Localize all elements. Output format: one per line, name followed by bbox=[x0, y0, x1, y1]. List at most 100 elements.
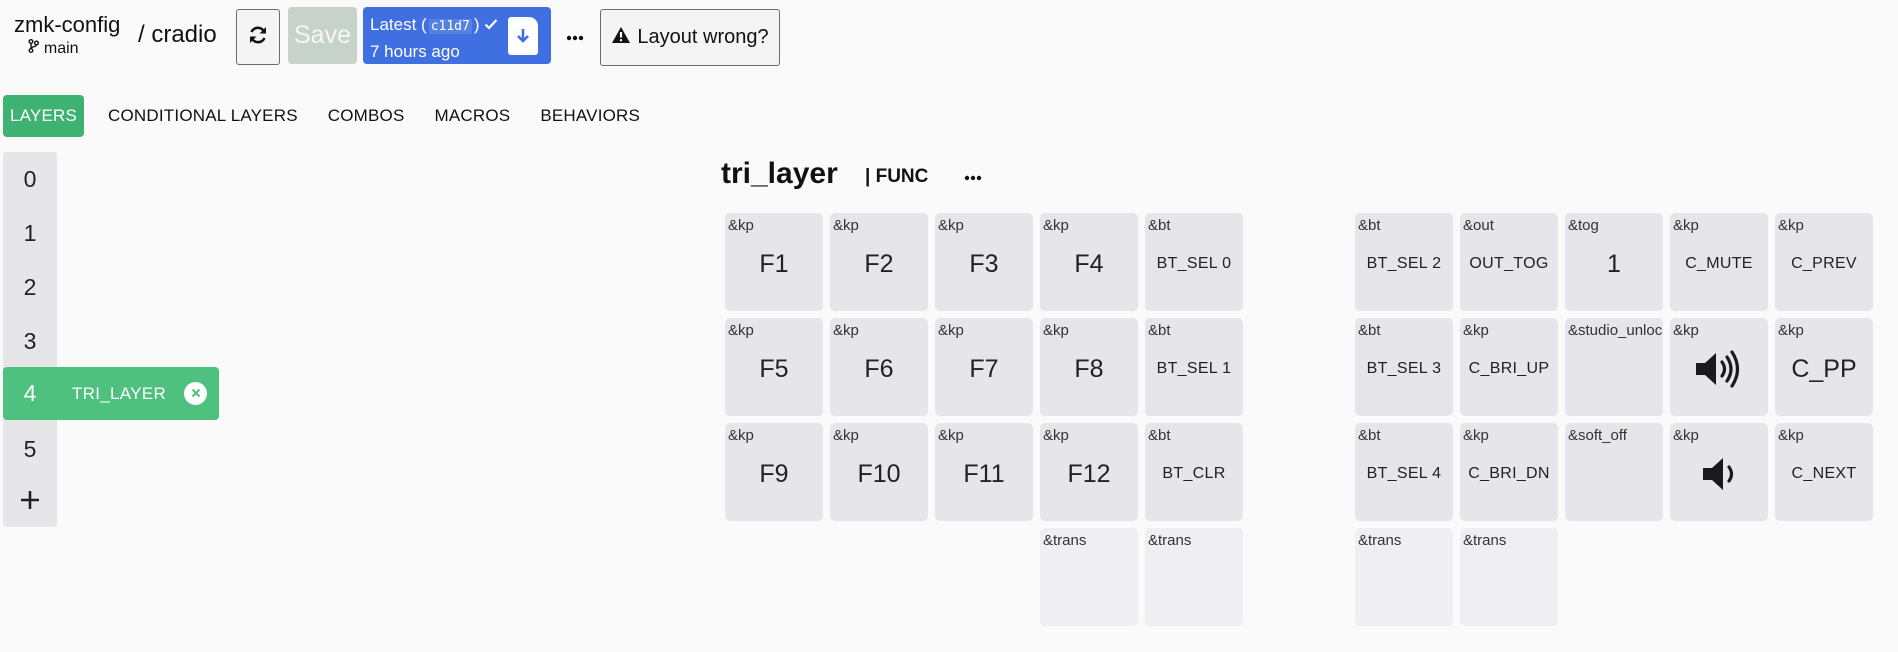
key-param: F11 bbox=[963, 459, 1005, 488]
layout-wrong-button[interactable]: Layout wrong? bbox=[600, 9, 780, 66]
tab-behaviors[interactable]: BEHAVIORS bbox=[528, 95, 652, 137]
close-icon bbox=[191, 385, 201, 403]
display-name-label: FUNC bbox=[875, 166, 929, 187]
layer-list: 0 1 2 3 5 bbox=[3, 152, 57, 527]
key-param: F7 bbox=[969, 354, 999, 383]
key-param: BT_SEL 2 bbox=[1366, 255, 1442, 272]
key-25[interactable]: &bt BT_SEL 4 bbox=[1355, 423, 1453, 521]
key-28[interactable]: &kp bbox=[1670, 423, 1768, 521]
key-param: C_BRI_DN bbox=[1468, 465, 1550, 482]
key-19[interactable]: &kp C_PP bbox=[1775, 318, 1873, 416]
repo-name[interactable]: zmk-config bbox=[14, 12, 120, 38]
key-20[interactable]: &kp F9 bbox=[725, 423, 823, 521]
key-8[interactable]: &kp C_MUTE bbox=[1670, 213, 1768, 311]
key-param: BT_SEL 4 bbox=[1366, 465, 1442, 482]
check-icon bbox=[484, 15, 498, 34]
key-12[interactable]: &kp F7 bbox=[935, 318, 1033, 416]
layer-item-5[interactable]: 5 bbox=[3, 422, 57, 476]
tab-macros[interactable]: MACROS bbox=[423, 95, 523, 137]
key-param: C_PP bbox=[1791, 354, 1857, 383]
key-13[interactable]: &kp F8 bbox=[1040, 318, 1138, 416]
commit-time: 7 hours ago bbox=[370, 42, 460, 61]
key-param: 1 bbox=[1607, 249, 1621, 278]
key-9[interactable]: &kp C_PREV bbox=[1775, 213, 1873, 311]
keyboard-title: / cradio bbox=[138, 21, 217, 49]
key-22[interactable]: &kp F11 bbox=[935, 423, 1033, 521]
key-6[interactable]: &out OUT_TOG bbox=[1460, 213, 1558, 311]
key-18[interactable]: &kp bbox=[1670, 318, 1768, 416]
layer-item-3[interactable]: 3 bbox=[3, 314, 57, 368]
app-header: zmk-config main / cradio Save Latest (c1… bbox=[0, 0, 1898, 80]
warning-icon bbox=[611, 26, 631, 50]
key-param bbox=[1040, 528, 1138, 626]
key-24[interactable]: &bt BT_CLR bbox=[1145, 423, 1243, 521]
latest-commit-button[interactable]: Latest (c11d7) 7 hours ago bbox=[363, 7, 551, 64]
key-26[interactable]: &kp C_BRI_DN bbox=[1460, 423, 1558, 521]
layer-display-name[interactable]: | FUNC bbox=[865, 166, 928, 188]
layout-wrong-label: Layout wrong? bbox=[637, 26, 769, 48]
key-21[interactable]: &kp F10 bbox=[830, 423, 928, 521]
tab-layers[interactable]: LAYERS bbox=[3, 95, 85, 137]
add-layer-button[interactable] bbox=[3, 475, 57, 529]
layer-name-input[interactable]: TRI_LAYER bbox=[72, 384, 166, 404]
key-16[interactable]: &kp C_BRI_UP bbox=[1460, 318, 1558, 416]
key-31[interactable]: &trans bbox=[1145, 528, 1243, 626]
key-param: C_MUTE bbox=[1685, 255, 1753, 272]
layer-item-0[interactable]: 0 bbox=[3, 152, 57, 206]
delete-layer-button[interactable] bbox=[184, 382, 207, 405]
key-30[interactable]: &trans bbox=[1040, 528, 1138, 626]
key-param: C_NEXT bbox=[1791, 465, 1857, 482]
git-branch-icon bbox=[28, 39, 43, 56]
key-14[interactable]: &bt BT_SEL 1 bbox=[1145, 318, 1243, 416]
layer-options-button[interactable] bbox=[961, 166, 985, 188]
latest-commit-line: Latest (c11d7) bbox=[370, 15, 498, 35]
key-15[interactable]: &bt BT_SEL 3 bbox=[1355, 318, 1453, 416]
tab-combos[interactable]: COMBOS bbox=[316, 95, 417, 137]
more-options-button[interactable] bbox=[562, 22, 588, 52]
section-tabs: LAYERS CONDITIONAL LAYERS COMBOS MACROS … bbox=[3, 95, 658, 137]
key-param: F1 bbox=[759, 249, 789, 278]
key-32[interactable]: &trans bbox=[1355, 528, 1453, 626]
tab-conditional-layers[interactable]: CONDITIONAL LAYERS bbox=[96, 95, 310, 137]
refresh-icon bbox=[247, 24, 269, 51]
key-33[interactable]: &trans bbox=[1460, 528, 1558, 626]
key-5[interactable]: &bt BT_SEL 2 bbox=[1355, 213, 1453, 311]
key-param: C_BRI_UP bbox=[1468, 360, 1550, 377]
save-button[interactable]: Save bbox=[288, 7, 357, 64]
layer-item-1[interactable]: 1 bbox=[3, 206, 57, 260]
key-2[interactable]: &kp F3 bbox=[935, 213, 1033, 311]
key-param: F10 bbox=[857, 459, 901, 488]
key-param: F2 bbox=[864, 249, 894, 278]
latest-label: Latest ( bbox=[370, 15, 427, 34]
key-4[interactable]: &bt BT_SEL 0 bbox=[1145, 213, 1243, 311]
download-file-icon[interactable] bbox=[508, 17, 538, 55]
key-param: F12 bbox=[1067, 459, 1111, 488]
ellipsis-icon bbox=[566, 28, 584, 46]
path-separator: / bbox=[138, 21, 145, 48]
key-7[interactable]: &tog 1 bbox=[1565, 213, 1663, 311]
keyboard-name: cradio bbox=[151, 21, 217, 48]
key-3[interactable]: &kp F4 bbox=[1040, 213, 1138, 311]
reload-button[interactable] bbox=[236, 9, 280, 65]
key-11[interactable]: &kp F6 bbox=[830, 318, 928, 416]
key-23[interactable]: &kp F12 bbox=[1040, 423, 1138, 521]
commit-hash: c11d7 bbox=[428, 19, 472, 34]
layer-title: tri_layer bbox=[721, 157, 838, 190]
key-param: F8 bbox=[1074, 354, 1104, 383]
layer-item-2[interactable]: 2 bbox=[3, 260, 57, 314]
key-29[interactable]: &kp C_NEXT bbox=[1775, 423, 1873, 521]
display-name-separator: | bbox=[865, 166, 871, 187]
branch-name[interactable]: main bbox=[28, 39, 79, 58]
key-0[interactable]: &kp F1 bbox=[725, 213, 823, 311]
plus-icon bbox=[19, 489, 41, 516]
layer-item-selected[interactable]: 4 TRI_LAYER bbox=[3, 367, 219, 420]
key-27[interactable]: &soft_off bbox=[1565, 423, 1663, 521]
key-17[interactable]: &studio_unlock bbox=[1565, 318, 1663, 416]
key-1[interactable]: &kp F2 bbox=[830, 213, 928, 311]
key-10[interactable]: &kp F5 bbox=[725, 318, 823, 416]
key-param: OUT_TOG bbox=[1469, 255, 1549, 272]
key-param: F9 bbox=[759, 459, 789, 488]
key-param: F5 bbox=[759, 354, 789, 383]
layer-item-4: 4 bbox=[23, 380, 37, 406]
key-param bbox=[1355, 528, 1453, 626]
